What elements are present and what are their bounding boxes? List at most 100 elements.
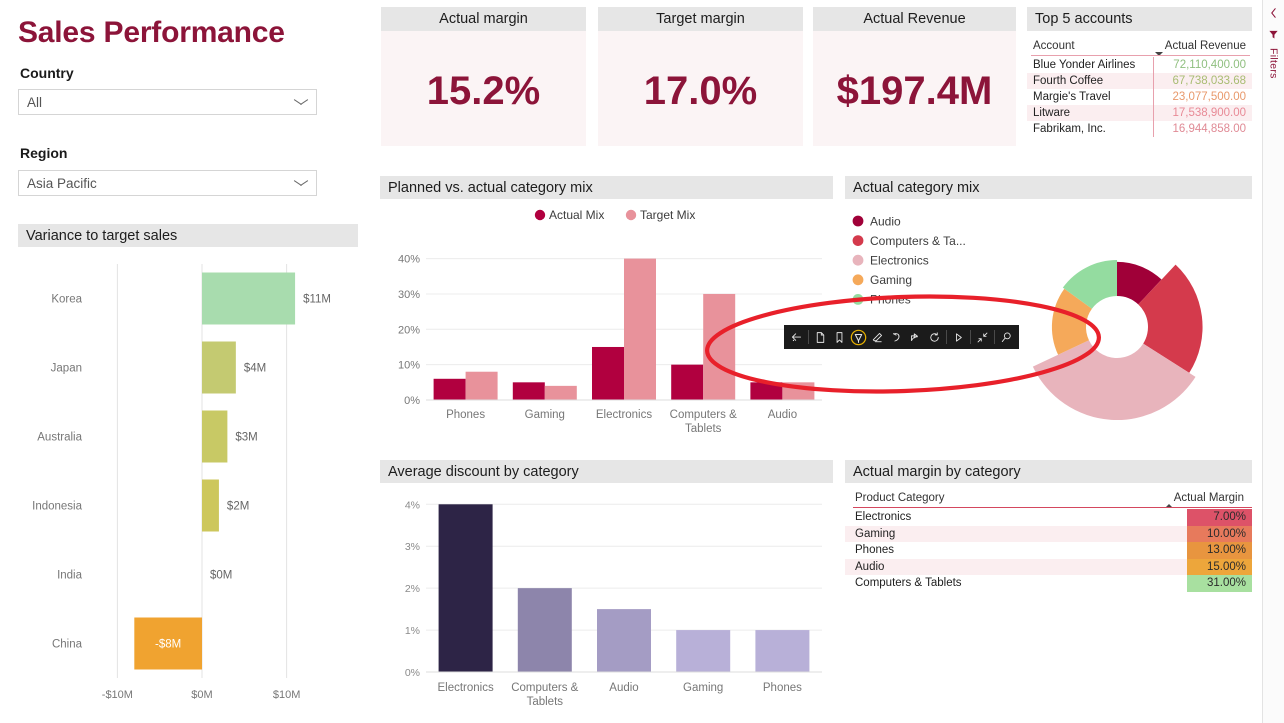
variance-to-target-chart[interactable]: -$10M $0M $10M Korea $11M Japan $4M Australia $3… — [12, 250, 364, 718]
svg-text:20%: 20% — [398, 324, 420, 336]
cell-actual-margin: 15.00% — [1187, 558, 1252, 575]
margin-table-header-rule — [853, 507, 1252, 508]
svg-text:4%: 4% — [405, 499, 420, 511]
kpi-title-actual-revenue: Actual Revenue — [813, 7, 1016, 31]
svg-text:1%: 1% — [405, 625, 420, 637]
planned-vs-actual-chart[interactable]: Actual Mix Target Mix 0% 10% 20% 30% 40% Phones… — [380, 200, 833, 450]
svg-text:Computers &: Computers & — [511, 682, 578, 694]
table-row[interactable]: Margie's Travel 23,077,500.00 — [1027, 89, 1252, 105]
table-row[interactable]: Blue Yonder Airlines 72,110,400.00 — [1027, 57, 1252, 73]
actual-category-mix-title: Actual category mix — [845, 176, 1252, 199]
table-column-divider — [1153, 57, 1154, 137]
back-icon[interactable] — [787, 326, 806, 348]
kpi-title-actual-margin: Actual margin — [381, 7, 586, 31]
column-header-actual-margin[interactable]: Actual Margin — [1095, 492, 1252, 508]
cell-account: Fabrikam, Inc. — [1033, 123, 1106, 135]
kpi-card-target-margin[interactable]: Target margin 17.0% — [598, 7, 803, 146]
ink-toolbar[interactable] — [784, 325, 1019, 349]
zoom-icon[interactable] — [997, 326, 1016, 348]
kpi-title-target-margin: Target margin — [598, 7, 803, 31]
table-row[interactable]: Fourth Coffee 67,738,033.68 — [1027, 73, 1252, 89]
left-rail: Sales Performance Country All Region Asi… — [0, 0, 370, 723]
margin-by-category-table[interactable]: Product Category Actual Margin Electroni… — [845, 485, 1252, 592]
cell-account: Litware — [1033, 107, 1071, 119]
bookmark-icon[interactable] — [830, 326, 849, 348]
svg-text:Phones: Phones — [763, 682, 802, 694]
svg-text:$4M: $4M — [244, 363, 266, 375]
svg-text:Indonesia: Indonesia — [32, 501, 82, 513]
report-canvas: Sales Performance Country All Region Asi… — [0, 0, 1284, 723]
svg-text:40%: 40% — [398, 254, 420, 266]
slicer-label-country: Country — [20, 65, 74, 81]
svg-text:Tablets: Tablets — [685, 423, 722, 435]
cell-actual-margin: 31.00% — [1187, 575, 1252, 592]
cell-account: Fourth Coffee — [1033, 75, 1104, 87]
kpi-card-actual-margin[interactable]: Actual margin 15.2% — [381, 7, 586, 146]
svg-text:Japan: Japan — [51, 363, 82, 375]
table-row[interactable]: Fabrikam, Inc. 16,944,858.00 — [1027, 121, 1252, 137]
svg-text:Australia: Australia — [37, 432, 82, 444]
svg-text:Phones: Phones — [870, 293, 911, 307]
svg-text:Audio: Audio — [609, 682, 638, 694]
svg-text:$0M: $0M — [191, 689, 212, 701]
table-row[interactable]: Computers & Tablets 31.00% — [845, 575, 1252, 592]
table-header-rule — [1031, 55, 1250, 56]
page-icon[interactable] — [811, 326, 830, 348]
chevron-left-icon[interactable] — [1269, 7, 1278, 19]
svg-text:China: China — [52, 639, 83, 651]
svg-text:$2M: $2M — [227, 501, 249, 513]
column-header-actual-revenue[interactable]: Actual Revenue — [1147, 40, 1252, 56]
svg-text:0%: 0% — [404, 395, 420, 407]
svg-text:30%: 30% — [398, 289, 420, 301]
cell-product-category: Audio — [855, 560, 885, 573]
svg-text:Electronics: Electronics — [437, 682, 493, 694]
variance-chart-title: Variance to target sales — [18, 224, 358, 247]
table-row[interactable]: Phones 13.00% — [845, 542, 1252, 559]
filter-funnel-icon[interactable] — [1268, 29, 1279, 40]
svg-text:Gaming: Gaming — [525, 409, 565, 421]
filters-pane-label: Filters — [1267, 48, 1280, 79]
play-icon[interactable] — [949, 326, 968, 348]
slicer-country[interactable]: All — [18, 89, 317, 115]
chevron-down-icon — [294, 98, 308, 106]
kpi-card-actual-revenue[interactable]: Actual Revenue $197.4M — [813, 7, 1016, 146]
column-header-product-category[interactable]: Product Category — [845, 492, 1095, 504]
cell-product-category: Gaming — [855, 527, 896, 540]
eraser-icon[interactable] — [868, 326, 887, 348]
svg-text:Audio: Audio — [870, 214, 901, 228]
cell-actual-margin: 10.00% — [1187, 525, 1252, 542]
svg-text:Korea: Korea — [51, 294, 82, 306]
planned-vs-actual-title: Planned vs. actual category mix — [380, 176, 833, 199]
filters-pane-collapsed[interactable]: Filters — [1262, 0, 1284, 723]
margin-table-title: Actual margin by category — [845, 460, 1252, 483]
slicer-region[interactable]: Asia Pacific — [18, 170, 317, 196]
table-row[interactable]: Electronics 7.00% — [845, 509, 1252, 526]
undo-icon[interactable] — [887, 326, 906, 348]
table-row[interactable]: Litware 17,538,900.00 — [1027, 105, 1252, 121]
reset-icon[interactable] — [925, 326, 944, 348]
svg-text:Electronics: Electronics — [596, 409, 652, 421]
top-accounts-title: Top 5 accounts — [1027, 7, 1252, 31]
toolbar-divider — [946, 330, 947, 344]
svg-text:-$10M: -$10M — [102, 689, 133, 701]
svg-text:Computers &: Computers & — [670, 409, 737, 421]
cell-actual-revenue: 23,077,500.00 — [1172, 91, 1246, 103]
slicer-label-region: Region — [20, 145, 68, 161]
cell-actual-revenue: 17,538,900.00 — [1172, 107, 1246, 119]
svg-text:$0M: $0M — [210, 570, 232, 582]
table-row[interactable]: Gaming 10.00% — [845, 525, 1252, 542]
svg-text:2%: 2% — [405, 583, 420, 595]
share-icon[interactable] — [906, 326, 925, 348]
table-row[interactable]: Audio 15.00% — [845, 558, 1252, 575]
highlighter-pen-icon[interactable] — [849, 326, 868, 348]
shrink-icon[interactable] — [973, 326, 992, 348]
svg-text:Tablets: Tablets — [527, 696, 564, 708]
top-accounts-table[interactable]: Account Actual Revenue Blue Yonder Airli… — [1027, 33, 1252, 137]
cell-actual-revenue: 16,944,858.00 — [1172, 123, 1246, 135]
average-discount-chart[interactable]: 0% 1% 2% 3% 4% Electronics Computers & Tablets A… — [380, 484, 833, 718]
cell-account: Blue Yonder Airlines — [1033, 59, 1136, 71]
column-header-account[interactable]: Account — [1027, 40, 1147, 52]
toolbar-divider — [808, 330, 809, 344]
cell-product-category: Phones — [855, 544, 895, 557]
cell-actual-margin: 13.00% — [1187, 542, 1252, 559]
